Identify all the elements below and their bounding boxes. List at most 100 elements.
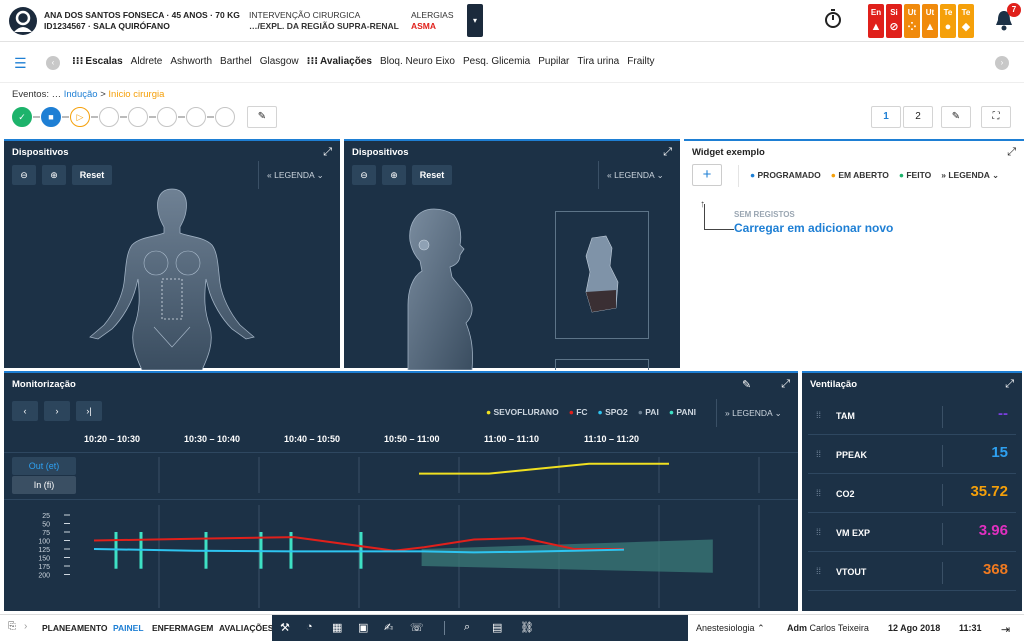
scale-item[interactable]: Aldrete xyxy=(131,56,163,67)
step-current[interactable]: ■ xyxy=(41,107,61,127)
zoom-out-button[interactable]: ⊖ xyxy=(352,165,376,185)
alert-badge[interactable]: En ▲ xyxy=(868,4,884,38)
nav-planeamento[interactable]: PLANEAMENTO xyxy=(42,623,108,633)
phone-icon[interactable]: ☏ xyxy=(410,621,424,634)
calendar-check-icon[interactable]: ▣ xyxy=(358,621,368,634)
series-legend-item[interactable]: ● FC xyxy=(569,407,588,417)
event-active[interactable]: Inicio cirurgia xyxy=(108,89,164,100)
step-pending[interactable] xyxy=(99,107,119,127)
page-1-button[interactable]: 1 xyxy=(871,106,901,128)
ventilation-row[interactable]: ⁞⁞ TAM -- xyxy=(808,399,1016,435)
scale-item[interactable]: Ashworth xyxy=(170,56,212,67)
scale-item[interactable]: Barthel xyxy=(220,56,252,67)
ventilation-row[interactable]: ⁞⁞ VM EXP 3.96 xyxy=(808,516,1016,552)
zoom-in-button[interactable]: ⊕ xyxy=(42,165,66,185)
drag-handle-icon[interactable]: ⁞⁞ xyxy=(816,527,821,537)
zoom-in-button[interactable]: ⊕ xyxy=(382,165,406,185)
scroll-left-button[interactable]: ‹ xyxy=(46,56,60,70)
document-search-icon[interactable]: ▤ xyxy=(492,621,502,634)
scales-group-label: Escalas xyxy=(85,56,123,67)
add-new-button[interactable]: + xyxy=(692,164,722,186)
legend-toggle[interactable]: « LEGENDA ⌄ xyxy=(598,161,676,189)
pie-chart-icon[interactable]: ◔ xyxy=(306,621,313,633)
previous-button[interactable]: ‹ xyxy=(12,401,38,421)
time-slot-label: 11:00 – 11:10 xyxy=(484,434,540,444)
step-active[interactable]: ▷ xyxy=(70,107,90,127)
signature-icon[interactable]: ✍ xyxy=(384,621,393,634)
edit-layout-button[interactable]: ✎ xyxy=(941,106,971,128)
page-2-button[interactable]: 2 xyxy=(903,106,933,128)
next-button[interactable]: › xyxy=(44,401,70,421)
alert-badge[interactable]: Ut ▲ xyxy=(922,4,938,38)
zoom-out-button[interactable]: ⊖ xyxy=(12,165,36,185)
nav-enfermagem[interactable]: ENFERMAGEM xyxy=(152,623,213,633)
ventilation-row[interactable]: ⁞⁞ CO2 35.72 xyxy=(808,477,1016,513)
series-legend-item[interactable]: ● SPO2 xyxy=(598,407,628,417)
alert-label: Te xyxy=(943,8,953,17)
expand-icon[interactable]: ⤢ xyxy=(781,378,790,391)
legend-toggle[interactable]: » LEGENDA ⌄ xyxy=(716,399,796,427)
widget-legend-toggle[interactable]: » LEGENDA ⌄ xyxy=(941,170,999,180)
user-info: Adm Carlos Teixeira xyxy=(787,623,869,633)
chevron-right-icon: › xyxy=(55,406,59,416)
reset-button[interactable]: Reset xyxy=(72,165,112,185)
ventilation-row[interactable]: ⁞⁞ VTOUT 368 xyxy=(808,555,1016,591)
step-pending[interactable] xyxy=(215,107,235,127)
alert-badge[interactable]: Te ◆ xyxy=(958,4,974,38)
chevron-right-icon: › xyxy=(24,621,28,632)
ventilation-row[interactable]: ⁞⁞ PPEAK 15 xyxy=(808,438,1016,474)
assessment-item[interactable]: Pesq. Glicemia xyxy=(463,56,530,67)
pencil-icon[interactable]: ✎ xyxy=(742,378,751,391)
sidebar-toggle-icon[interactable]: ⎘ xyxy=(8,621,16,632)
logout-icon[interactable]: ⇥ xyxy=(1001,623,1010,636)
event-current[interactable]: Indução xyxy=(64,89,98,100)
expand-icon[interactable]: ⤢ xyxy=(1005,378,1014,391)
alert-badge[interactable]: Si ⊘ xyxy=(886,4,902,38)
body-front-figure xyxy=(89,188,255,370)
legend-toggle[interactable]: « LEGENDA ⌄ xyxy=(258,161,336,189)
link-icon[interactable]: ⛓ xyxy=(520,621,534,634)
nav-painel[interactable]: PAINEL xyxy=(113,623,144,633)
assessment-item[interactable]: Tira urina xyxy=(577,56,619,67)
assessment-item[interactable]: Bloq. Neuro Eixo xyxy=(380,56,455,67)
drag-handle-icon[interactable]: ⁞⁞ xyxy=(816,449,821,459)
series-legend-item[interactable]: ● PANI xyxy=(669,407,696,417)
drag-handle-icon[interactable]: ⁞⁞ xyxy=(816,488,821,498)
step-pending[interactable] xyxy=(186,107,206,127)
expand-icon[interactable]: ⤢ xyxy=(663,146,672,159)
assessment-item[interactable]: Frailty xyxy=(627,56,654,67)
warning-triangle-icon: ▲ xyxy=(924,21,936,33)
last-button[interactable]: ›| xyxy=(76,401,102,421)
legend-label: LEGENDA xyxy=(948,170,990,180)
assessment-item[interactable]: Pupilar xyxy=(538,56,569,67)
step-done[interactable]: ✓ xyxy=(12,107,32,127)
expand-icon[interactable]: ⤢ xyxy=(1007,146,1016,159)
series-legend-item[interactable]: ● PAI xyxy=(638,407,659,417)
specialty-selector[interactable]: Anestesiologia ⌃ xyxy=(696,623,765,634)
search-icon[interactable]: ⌕ xyxy=(464,621,470,634)
timer-icon[interactable] xyxy=(818,7,848,37)
wrench-icon[interactable]: ⚒ xyxy=(280,621,290,634)
step-pending[interactable] xyxy=(128,107,148,127)
drag-handle-icon[interactable]: ⁞⁞ xyxy=(816,566,821,576)
empty-state-action[interactable]: Carregar em adicionar novo xyxy=(734,221,893,235)
alert-badge[interactable]: Te ● xyxy=(940,4,956,38)
nav-avaliacoes[interactable]: AVALIAÇÕES xyxy=(219,623,273,633)
calendar-icon[interactable]: ▦ xyxy=(332,621,342,634)
panel-title: Ventilação xyxy=(810,379,857,390)
menu-icon[interactable]: ☰ xyxy=(14,55,27,72)
reset-button[interactable]: Reset xyxy=(412,165,452,185)
scroll-right-button[interactable]: › xyxy=(995,56,1009,70)
series-legend-item[interactable]: ● SEVOFLURANO xyxy=(486,407,559,417)
fullscreen-button[interactable]: ⛶ xyxy=(981,106,1011,128)
alert-badge[interactable]: Ut ⁘ xyxy=(904,4,920,38)
header-expand-button[interactable]: ▾ xyxy=(467,4,483,37)
edit-events-button[interactable]: ✎ xyxy=(247,106,277,128)
drag-handle-icon[interactable]: ⁞⁞ xyxy=(816,410,821,420)
grid-dots-icon: ⁝⁝⁝ xyxy=(306,56,319,67)
scale-item[interactable]: Glasgow xyxy=(260,56,299,67)
status-dot-icon: ● xyxy=(830,170,836,180)
skip-end-icon: ›| xyxy=(86,406,92,416)
step-pending[interactable] xyxy=(157,107,177,127)
expand-icon[interactable]: ⤢ xyxy=(323,146,332,159)
